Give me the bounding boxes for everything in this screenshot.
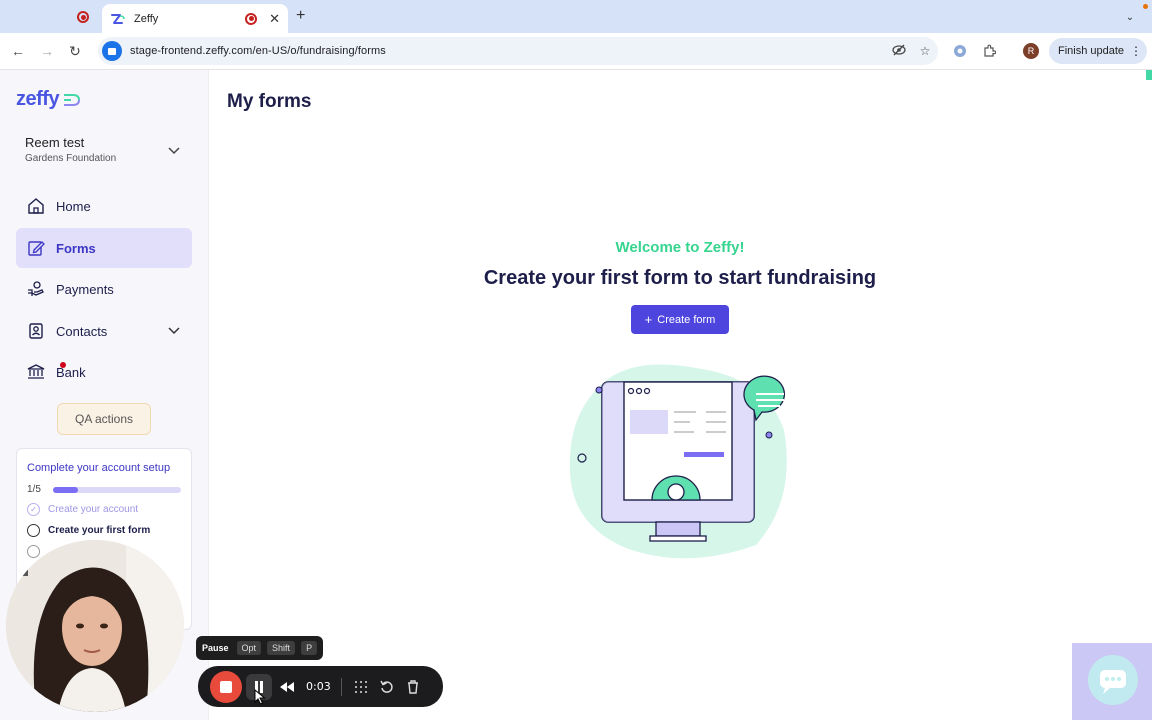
chat-bubble-icon[interactable] <box>1087 654 1139 706</box>
qa-actions-button[interactable]: QA actions <box>57 403 151 435</box>
chevron-down-icon <box>168 324 180 338</box>
camera-site-icon[interactable] <box>102 41 122 61</box>
edit-form-icon <box>26 238 46 258</box>
logo-mark-icon <box>64 93 81 106</box>
stop-recording-button[interactable] <box>210 670 242 703</box>
zeffy-favicon-icon <box>111 13 125 24</box>
back-icon[interactable]: ← <box>8 41 28 61</box>
progress-text: 1/5 <box>27 484 41 495</box>
webcam-bubble[interactable] <box>6 540 184 712</box>
tab-zeffy[interactable]: Zeffy ✕ <box>102 4 288 33</box>
divider <box>340 677 342 696</box>
sidebar-item-bank[interactable]: Bank <box>16 352 192 392</box>
chevron-down-icon[interactable] <box>168 144 180 158</box>
webcam-presenter-image <box>6 540 184 712</box>
recording-timer: 0:03 <box>306 680 331 693</box>
finish-update-button[interactable]: Finish update ⋮ <box>1049 38 1147 64</box>
address-bar[interactable]: stage-frontend.zeffy.com/en-US/o/fundrai… <box>98 37 938 65</box>
setup-step-first-form[interactable]: Create your first form <box>27 524 181 537</box>
menu-kebab-icon: ⋮ <box>1130 44 1143 58</box>
tab-recording-icon <box>245 12 258 25</box>
progress-bar <box>52 486 181 493</box>
tooltip-label: Pause <box>202 643 229 653</box>
setup-title: Complete your account setup <box>27 462 171 474</box>
finish-update-label: Finish update <box>1058 45 1125 57</box>
main-content: My forms Welcome to Zeffy! Create your f… <box>210 70 1152 720</box>
sidebar-item-label: Forms <box>56 240 96 256</box>
organization-switcher[interactable]: Reem test Gardens Foundation <box>25 135 185 164</box>
sidebar-item-forms[interactable]: Forms <box>16 228 192 268</box>
url-text[interactable]: stage-frontend.zeffy.com/en-US/o/fundrai… <box>130 45 886 57</box>
rewind-icon[interactable] <box>274 674 300 700</box>
pause-shortcut-tooltip: Pause Opt Shift P <box>196 636 324 660</box>
step-label: Create your account <box>48 504 139 515</box>
progress-fill <box>52 486 79 493</box>
reload-icon[interactable]: ↻ <box>65 41 85 61</box>
notification-dot <box>60 362 66 368</box>
zeffy-logo[interactable]: zeffy <box>16 88 83 111</box>
plus-icon: + <box>644 312 653 327</box>
grid-dots-icon[interactable] <box>348 674 374 700</box>
home-icon <box>26 196 46 216</box>
empty-state-headline: Create your first form to start fundrais… <box>483 267 877 289</box>
welcome-text: Welcome to Zeffy! <box>615 239 745 256</box>
bookmark-star-icon[interactable]: ☆ <box>912 44 938 58</box>
profile-avatar[interactable]: R <box>1023 43 1039 59</box>
tab-title: Zeffy <box>134 12 159 25</box>
extensions-puzzle-icon[interactable] <box>980 42 998 60</box>
sidebar-item-label: Contacts <box>56 323 108 339</box>
update-indicator-dot <box>1143 4 1148 9</box>
sidebar-item-label: Home <box>56 198 91 214</box>
trash-icon[interactable] <box>400 674 426 700</box>
shortcut-key: P <box>301 641 318 655</box>
shortcut-key: Opt <box>236 641 262 655</box>
org-subtitle: Gardens Foundation <box>25 153 117 164</box>
setup-progress: 1/5 <box>27 484 181 495</box>
sidebar-item-contacts[interactable]: Contacts <box>16 311 192 351</box>
org-name: Reem test <box>25 135 85 150</box>
computer-form-illustration <box>569 364 787 559</box>
create-form-button[interactable]: + Create form <box>631 305 729 334</box>
extension-lens-icon[interactable] <box>951 42 969 60</box>
setup-step-create-account[interactable]: ✓ Create your account <box>27 503 181 516</box>
restart-icon[interactable] <box>374 674 400 700</box>
new-tab-icon[interactable]: + <box>296 7 305 25</box>
logo-text: zeffy <box>16 88 60 110</box>
sidebar-item-home[interactable]: Home <box>16 186 192 226</box>
empty-circle-icon <box>27 545 40 558</box>
create-form-label: Create form <box>657 313 716 326</box>
sidebar-item-label: Payments <box>56 281 114 297</box>
bank-icon <box>26 362 46 382</box>
browser-toolbar: ← → ↻ stage-frontend.zeffy.com/en-US/o/f… <box>0 33 1152 70</box>
page-title: My forms <box>227 91 312 112</box>
contact-card-icon <box>26 321 46 341</box>
shortcut-key: Shift <box>267 641 296 655</box>
tab-search-chevron-icon[interactable]: ⌄ <box>1118 8 1142 26</box>
corner-indicator <box>1146 70 1152 80</box>
mouse-cursor-icon <box>254 689 266 705</box>
check-circle-icon: ✓ <box>27 503 40 516</box>
forward-icon[interactable]: → <box>37 41 57 61</box>
step-label: Create your first form <box>48 525 151 536</box>
recording-control-bar: 0:03 <box>198 666 443 707</box>
hand-coin-icon <box>26 279 46 299</box>
close-tab-icon[interactable]: ✕ <box>269 11 280 27</box>
sidebar-item-payments[interactable]: Payments <box>16 269 192 309</box>
tab-recording[interactable] <box>64 5 102 29</box>
eye-off-icon[interactable] <box>886 44 912 59</box>
empty-circle-icon <box>27 524 40 537</box>
recording-icon <box>77 11 89 23</box>
browser-tab-strip: Zeffy ✕ + ⌄ <box>0 0 1152 33</box>
